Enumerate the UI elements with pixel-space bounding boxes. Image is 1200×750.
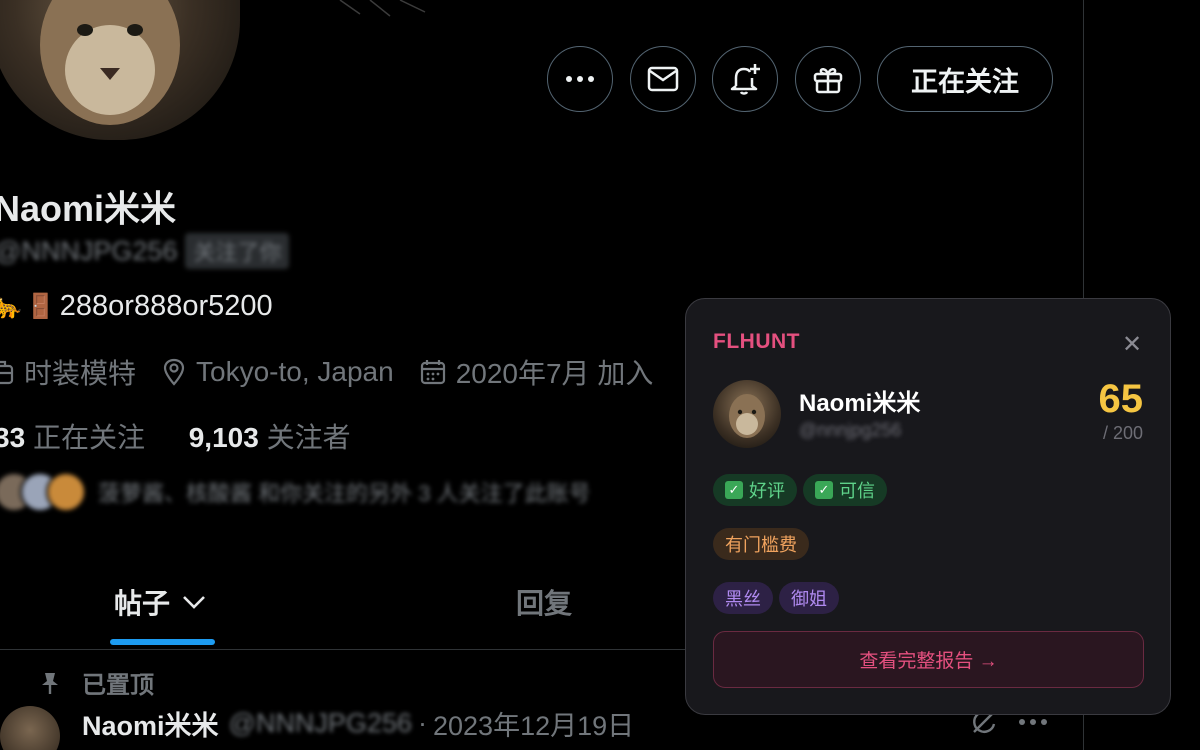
tag-style: 御姐 [779, 582, 839, 614]
flhunt-handle: @nnnjpg256 [799, 420, 902, 440]
tweet-more-icon[interactable] [1018, 718, 1048, 726]
chevron-down-icon [183, 596, 205, 609]
flhunt-score: 65 [1098, 377, 1144, 421]
leopard-emoji: 🐆 [0, 292, 22, 321]
joined-item: 2020年7月 加入 [420, 352, 653, 392]
profile-bio: 🐆 🚪 288or888or5200 [0, 290, 273, 323]
follower-avatar [46, 472, 86, 512]
flhunt-brand: FLHUNT [713, 330, 800, 353]
followed-by-text: 菠萝酱、核酸酱 和你关注的另外 3 人关注了此账号 [98, 481, 591, 506]
view-full-report-button[interactable]: 查看完整报告 → [713, 631, 1144, 688]
tab-replies[interactable]: 回复 [516, 582, 572, 622]
flhunt-name: Naomi米米 [799, 390, 921, 417]
bio-text: 288or888or5200 [59, 290, 273, 322]
tweet-date[interactable]: 2023年12月19日 [433, 704, 634, 743]
tweet-author-handle[interactable]: @NNNJPG256 [229, 708, 412, 739]
briefcase-icon [0, 360, 14, 385]
follow-stats: 33 正在关注 9,103 关注者 [0, 416, 351, 456]
profile-handle: @NNNJPG256 关注了你 [0, 233, 290, 269]
pinned-indicator: 已置顶 [40, 665, 154, 700]
tag-entry-fee: 有门槛费 [713, 528, 809, 560]
tag-good-review: ✓ 好评 [713, 474, 797, 506]
tab-posts[interactable]: 帖子 [114, 582, 206, 622]
notify-button[interactable] [712, 46, 778, 112]
close-icon[interactable]: ✕ [1122, 333, 1142, 357]
gift-icon [813, 68, 843, 94]
follows-you-badge: 关注了你 [185, 233, 290, 269]
tag-style: 黑丝 [713, 582, 773, 614]
flhunt-score-max: / 200 [1102, 423, 1143, 443]
tweet-header: Naomi米米 @NNNJPG256 · 2023年12月19日 [82, 704, 634, 743]
calendar-icon [420, 360, 445, 385]
profile-name: Naomi米米 [0, 188, 177, 229]
profile-meta: 时装模特 Tokyo-to, Japan 2020年7月 加入 [0, 352, 679, 392]
message-button[interactable] [630, 46, 696, 112]
profession-item: 时装模特 [0, 352, 136, 392]
tweet-author-avatar[interactable] [0, 706, 60, 750]
bell-plus-icon [730, 64, 760, 95]
profile-avatar[interactable] [0, 0, 240, 140]
following-link[interactable]: 33 正在关注 [0, 422, 145, 453]
banner-image-fragment [339, 0, 426, 17]
mail-icon [647, 66, 679, 92]
pin-icon [42, 672, 58, 694]
style-tags: 黑丝 御姐 [713, 582, 845, 614]
following-button[interactable]: 正在关注 [877, 46, 1053, 112]
tweet-separator: · [418, 708, 427, 738]
door-emoji: 🚪 [25, 293, 56, 320]
active-tab-indicator [110, 639, 215, 645]
gift-button[interactable] [795, 46, 861, 112]
location-item: Tokyo-to, Japan [162, 356, 394, 388]
tweet-author-name[interactable]: Naomi米米 [82, 704, 219, 743]
positive-tags: ✓ 好评 ✓ 可信 [713, 474, 893, 506]
flhunt-card: FLHUNT ✕ Naomi米米 @nnnjpg256 65 / 200 ✓ 好评… [685, 298, 1171, 715]
followers-link[interactable]: 9,103 关注者 [189, 422, 351, 453]
location-pin-icon [163, 358, 185, 386]
warning-tags: 有门槛费 [713, 528, 815, 560]
flhunt-avatar [713, 380, 781, 448]
more-button[interactable] [547, 46, 613, 112]
check-icon: ✓ [815, 481, 833, 499]
followed-by-row[interactable]: 菠萝酱、核酸酱 和你关注的另外 3 人关注了此账号 [0, 472, 591, 512]
tag-trustworthy: ✓ 可信 [803, 474, 887, 506]
check-icon: ✓ [725, 481, 743, 499]
more-icon [566, 76, 594, 82]
